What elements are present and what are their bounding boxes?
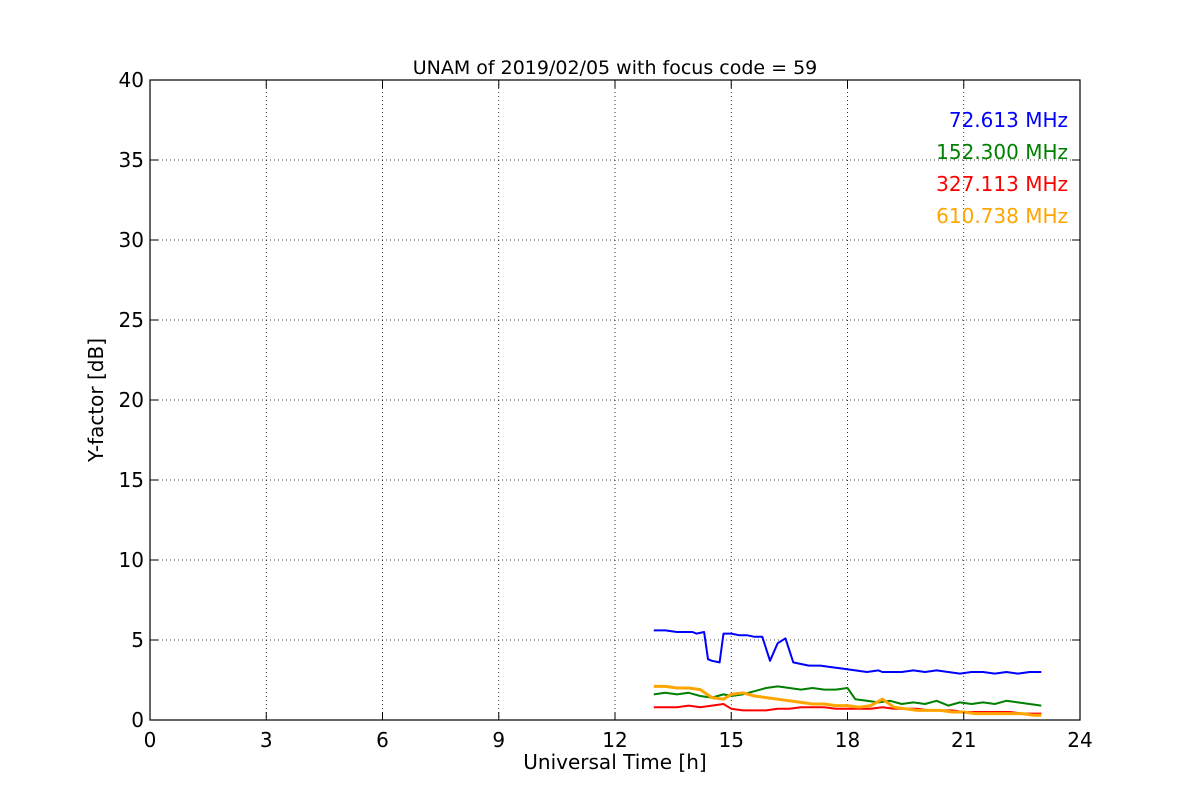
y-tick-label: 25 [119,308,144,332]
legend-entry-3: 327.113 MHz [936,172,1068,196]
legend-entry-1: 72.613 MHz [949,108,1068,132]
y-tick-label: 15 [119,468,144,492]
chart-figure: UNAM of 2019/02/05 with focus code = 59 … [0,0,1200,800]
x-tick-label: 12 [602,728,627,752]
x-tick-label: 0 [144,728,157,752]
x-tick-label: 18 [835,728,860,752]
x-tick-label: 6 [376,728,389,752]
y-tick-label: 40 [119,68,144,92]
y-tick-label: 0 [131,708,144,732]
x-tick-label: 3 [260,728,273,752]
legend-entry-4: 610.738 MHz [936,204,1068,228]
y-tick-label: 35 [119,148,144,172]
y-axis-label: Y-factor [dB] [84,338,108,463]
y-tick-label: 10 [119,548,144,572]
y-tick-label: 20 [119,388,144,412]
x-tick-label: 21 [951,728,976,752]
x-tick-label: 9 [492,728,505,752]
x-axis-label: Universal Time [h] [523,750,706,774]
x-tick-label: 24 [1067,728,1092,752]
y-tick-label: 5 [131,628,144,652]
y-tick-label: 30 [119,228,144,252]
x-tick-label: 15 [719,728,744,752]
legend-entry-2: 152.300 MHz [936,140,1068,164]
chart-title: UNAM of 2019/02/05 with focus code = 59 [413,57,818,79]
